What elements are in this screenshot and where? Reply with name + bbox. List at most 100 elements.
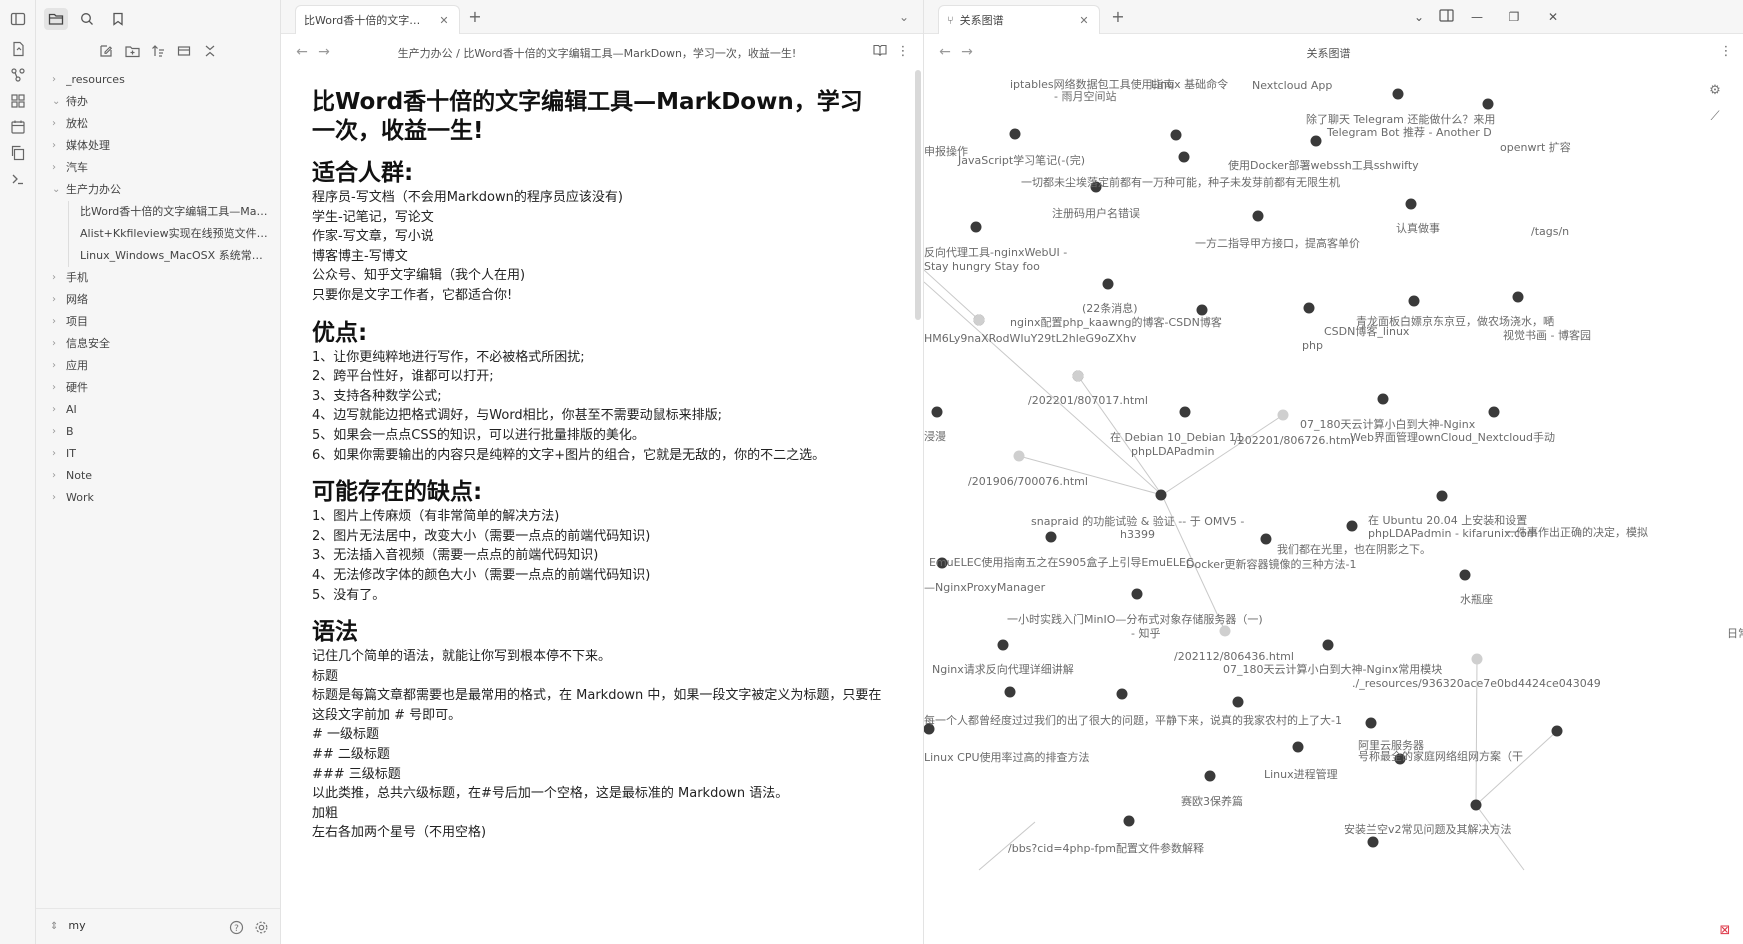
graph-node[interactable] <box>1260 533 1272 545</box>
calendar-icon[interactable] <box>9 118 27 136</box>
folder-item[interactable]: › AI <box>36 399 280 421</box>
chevron-down-icon[interactable]: ⌄ <box>52 179 64 201</box>
graph-node[interactable] <box>1470 799 1482 811</box>
folder-item[interactable]: › IT <box>36 443 280 465</box>
forward-arrow-icon[interactable]: → <box>317 44 331 60</box>
chevron-right-icon[interactable]: › <box>52 135 64 157</box>
canvas-icon[interactable] <box>9 92 27 110</box>
graph-node[interactable] <box>1178 151 1190 163</box>
graph-node[interactable] <box>1365 717 1377 729</box>
auto-reveal-icon[interactable] <box>175 42 193 60</box>
graph-node[interactable] <box>1252 210 1264 222</box>
settings-gear-icon[interactable] <box>252 918 270 936</box>
graph-node[interactable] <box>1170 129 1182 141</box>
chevron-right-icon[interactable]: › <box>52 69 64 91</box>
graph-node[interactable] <box>1346 520 1358 532</box>
file-item[interactable]: 比Word香十倍的文字编辑工具—Mark... <box>36 201 280 223</box>
minimize-window-icon[interactable]: — <box>1469 9 1485 25</box>
graph-node[interactable] <box>1392 88 1404 100</box>
reading-view-book-icon[interactable] <box>872 44 888 60</box>
folder-item[interactable]: ⌄ 生产力办公 <box>36 179 280 201</box>
graph-canvas[interactable]: iptables网络数据包工具使用指南 Telegram Bot 推荐 - Ano… <box>924 70 1743 944</box>
graph-view-icon[interactable] <box>9 66 27 84</box>
graph-node[interactable] <box>1204 770 1216 782</box>
chevron-right-icon[interactable]: › <box>52 487 64 509</box>
graph-node-unresolved[interactable] <box>1277 409 1289 421</box>
chevron-right-icon[interactable]: › <box>52 399 64 421</box>
chevron-right-icon[interactable]: › <box>52 443 64 465</box>
new-tab-plus-icon[interactable]: + <box>1110 9 1126 25</box>
files-tab-folder-icon[interactable] <box>44 8 68 30</box>
chevron-right-icon[interactable]: › <box>52 157 64 179</box>
folder-item[interactable]: › 应用 <box>36 355 280 377</box>
collapse-all-icon[interactable] <box>201 42 219 60</box>
file-item[interactable]: Linux_Windows_MacOSX 系统常用命... <box>36 245 280 267</box>
graph-node[interactable] <box>1131 588 1143 600</box>
document-content[interactable]: 比Word香十倍的文字编辑工具—MarkDown，学习一次，收益一生! 适合人群… <box>312 88 882 944</box>
bookmarks-tab-bookmark-icon[interactable] <box>106 8 130 30</box>
graph-node[interactable] <box>1004 686 1016 698</box>
more-options-icon[interactable]: ⋮ <box>1718 44 1734 60</box>
chevron-right-icon[interactable]: › <box>52 311 64 333</box>
chevron-right-icon[interactable]: › <box>52 267 64 289</box>
chevron-right-icon[interactable]: › <box>52 377 64 399</box>
folder-item[interactable]: › B <box>36 421 280 443</box>
graph-node[interactable] <box>1512 291 1524 303</box>
graph-node[interactable] <box>1179 406 1191 418</box>
folder-item[interactable]: › 信息安全 <box>36 333 280 355</box>
graph-node[interactable] <box>1310 135 1322 147</box>
graph-node[interactable] <box>1405 198 1417 210</box>
new-note-icon[interactable] <box>97 42 115 60</box>
graph-node-unresolved[interactable] <box>1471 653 1483 665</box>
graph-node[interactable] <box>1196 304 1208 316</box>
close-tab-icon[interactable]: ✕ <box>437 14 451 27</box>
graph-node[interactable] <box>1408 295 1420 307</box>
tab-list-chevron-icon[interactable]: ⌄ <box>896 10 912 26</box>
file-item[interactable]: Alist+Kkfileview实现在线预览文件解... <box>36 223 280 245</box>
graph-svg[interactable]: iptables网络数据包工具使用指南 Telegram Bot 推荐 - Ano… <box>924 70 1743 944</box>
back-arrow-icon[interactable]: ← <box>295 44 309 60</box>
chevron-right-icon[interactable]: › <box>52 421 64 443</box>
forward-arrow-icon[interactable]: → <box>960 44 974 60</box>
chevron-right-icon[interactable]: › <box>52 355 64 377</box>
chevron-right-icon[interactable]: › <box>52 113 64 135</box>
close-window-icon[interactable]: ✕ <box>1545 9 1561 25</box>
copy-icon[interactable] <box>9 144 27 162</box>
graph-node[interactable] <box>1292 741 1304 753</box>
more-options-icon[interactable]: ⋮ <box>895 44 911 60</box>
chevron-right-icon[interactable]: › <box>52 333 64 355</box>
graph-node[interactable] <box>1551 725 1563 737</box>
graph-node[interactable] <box>931 406 943 418</box>
folder-item[interactable]: › 项目 <box>36 311 280 333</box>
new-tab-plus-icon[interactable]: + <box>467 9 483 25</box>
graph-node[interactable] <box>1116 688 1128 700</box>
graph-node[interactable] <box>1232 696 1244 708</box>
graph-node-unresolved[interactable] <box>1219 625 1231 637</box>
graph-node[interactable] <box>1377 393 1389 405</box>
sort-order-icon[interactable] <box>149 42 167 60</box>
graph-node[interactable] <box>1436 490 1448 502</box>
editor-tab[interactable]: 比Word香十倍的文字编辑... ✕ <box>295 5 460 34</box>
graph-node[interactable] <box>970 221 982 233</box>
graph-node[interactable] <box>1482 98 1494 110</box>
graph-settings-gear-icon[interactable]: ⚙ <box>1706 82 1724 100</box>
chevron-right-icon[interactable]: › <box>52 289 64 311</box>
breadcrumb[interactable]: 生产力办公 / 比Word香十倍的文字编辑工具—MarkDown，学习一次，收益… <box>331 45 863 61</box>
folder-item[interactable]: › 媒体处理 <box>36 135 280 157</box>
new-folder-icon[interactable] <box>123 42 141 60</box>
graph-node[interactable] <box>1102 278 1114 290</box>
tab-list-chevron-icon[interactable]: ⌄ <box>1411 9 1427 25</box>
chevron-right-icon[interactable]: › <box>52 465 64 487</box>
sync-status-icon[interactable]: ⊠ <box>1716 922 1734 940</box>
graph-node[interactable] <box>1367 836 1379 848</box>
folder-item[interactable]: ⌄ 待办 <box>36 91 280 113</box>
graph-node[interactable] <box>1303 302 1315 314</box>
folder-item[interactable]: › 手机 <box>36 267 280 289</box>
help-icon[interactable]: ? <box>227 918 245 936</box>
folder-item[interactable]: › 硬件 <box>36 377 280 399</box>
editor-scrollbar[interactable] <box>915 70 921 320</box>
graph-node[interactable] <box>1488 406 1500 418</box>
back-arrow-icon[interactable]: ← <box>938 44 952 60</box>
sidebar-toggle-icon[interactable] <box>9 10 27 28</box>
graph-node[interactable] <box>1123 815 1135 827</box>
